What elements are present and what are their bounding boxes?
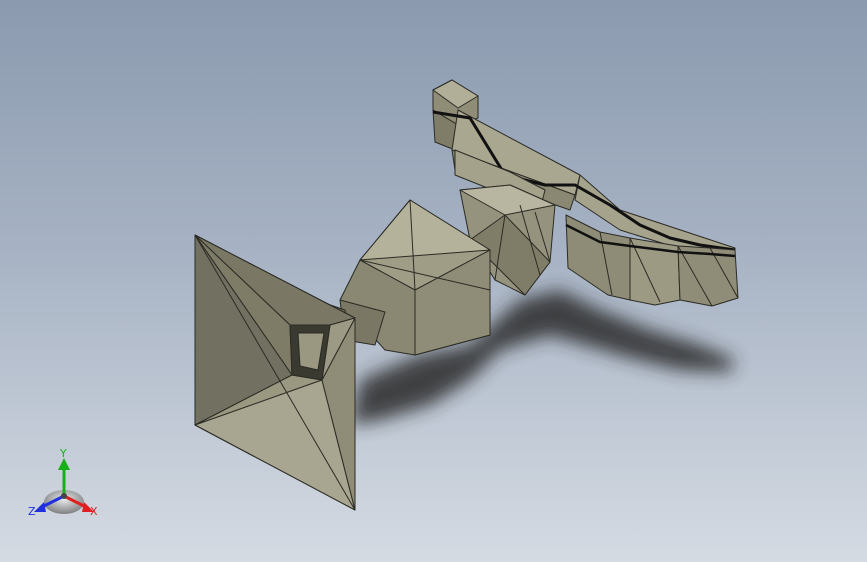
z-axis-label: Z: [28, 505, 36, 518]
y-axis-label: Y: [60, 447, 67, 460]
x-axis-label: X: [90, 505, 98, 518]
front-horn-flare[interactable]: [194, 234, 356, 511]
3d-model-view[interactable]: [0, 0, 867, 562]
graphics-viewport[interactable]: Y X Z: [0, 0, 867, 562]
view-orientation-triad[interactable]: Y X Z: [22, 446, 108, 524]
